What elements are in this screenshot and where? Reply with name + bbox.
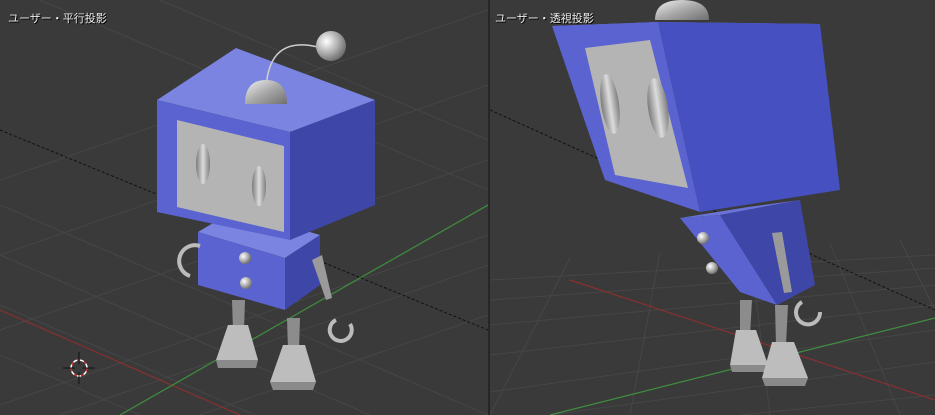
viewport-label: ユーザー・透視投影 [495, 12, 594, 25]
viewport-user-persp[interactable]: ユーザー・透視投影 [490, 0, 935, 415]
x-axis-line [0, 309, 241, 415]
viewport-scene [490, 0, 935, 415]
3d-cursor-icon [63, 352, 95, 384]
viewport-label: ユーザー・平行投影 [8, 12, 107, 25]
robot-model-persp [552, 0, 840, 386]
viewport-scene [0, 0, 488, 415]
viewport-user-ortho[interactable]: ユーザー・平行投影 [0, 0, 488, 415]
robot-model-ortho [157, 31, 375, 390]
